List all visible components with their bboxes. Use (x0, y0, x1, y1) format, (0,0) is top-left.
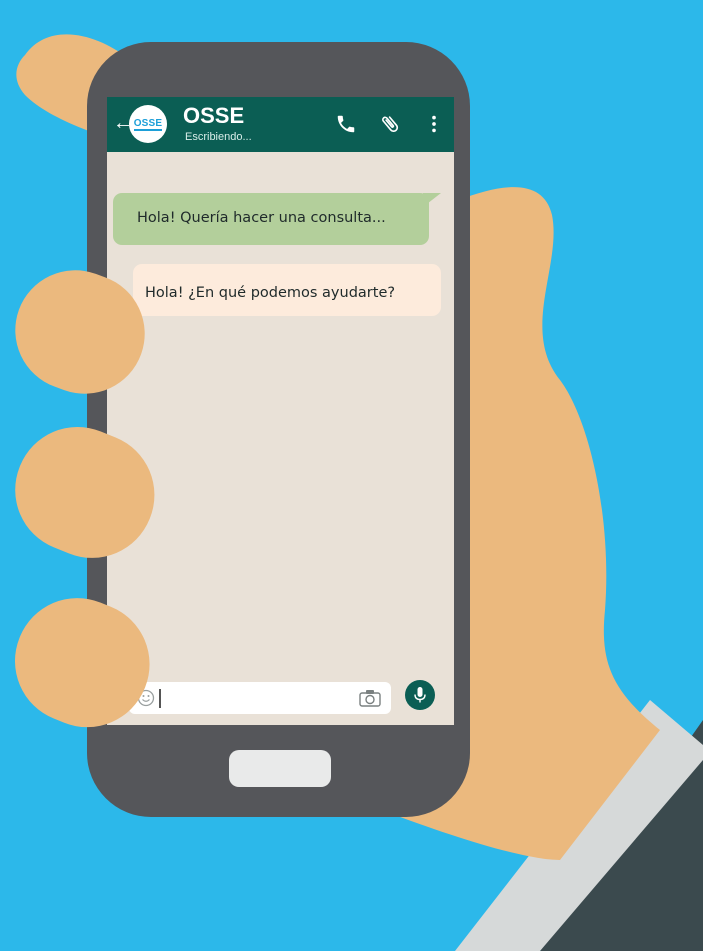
emoji-icon[interactable] (137, 689, 155, 707)
avatar[interactable]: OSSE (129, 105, 167, 143)
message-input[interactable] (129, 682, 391, 714)
chat-header: ← OSSE OSSE Escribiendo... (107, 97, 454, 152)
text-caret (159, 689, 161, 708)
more-vert-icon[interactable] (423, 113, 445, 135)
typing-status: Escribiendo... (185, 131, 252, 143)
incoming-message-bubble[interactable]: Hola! ¿En qué podemos ayudarte? (133, 264, 441, 316)
mic-icon (414, 687, 426, 703)
phone-icon[interactable] (335, 113, 357, 135)
outgoing-message-text: Hola! Quería hacer una consulta... (137, 210, 386, 226)
contact-name[interactable]: OSSE (183, 104, 244, 128)
outgoing-message-bubble[interactable]: Hola! Quería hacer una consulta... (113, 193, 429, 245)
outgoing-bubble-tail (423, 193, 441, 207)
home-button (229, 750, 331, 787)
chat-screen: ← OSSE OSSE Escribiendo... Hola! Quería … (107, 97, 454, 725)
paperclip-icon[interactable] (379, 113, 401, 135)
camera-icon[interactable] (359, 689, 381, 707)
incoming-message-text: Hola! ¿En qué podemos ayudarte? (145, 285, 396, 301)
osse-logo: OSSE (133, 117, 163, 131)
mic-button[interactable] (405, 680, 435, 710)
